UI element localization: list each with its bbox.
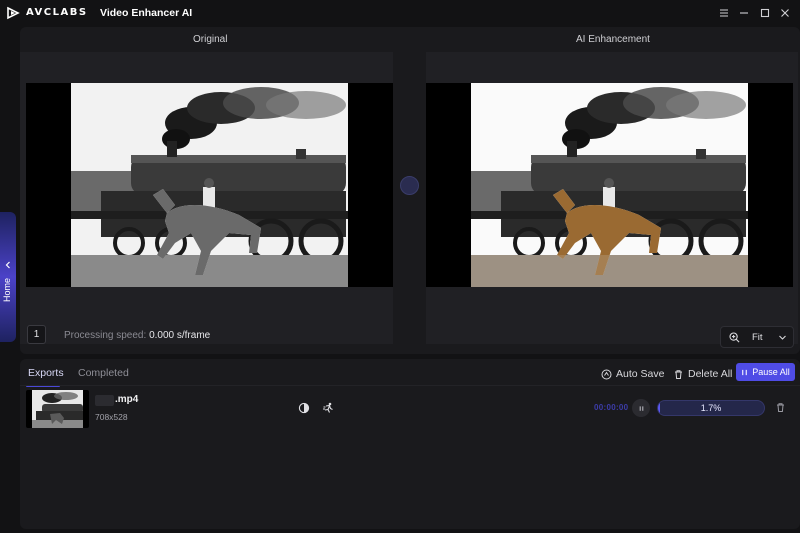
menu-button[interactable]: [715, 4, 733, 22]
progress-percent: 1.7%: [700, 403, 722, 413]
exports-panel: Exports Completed Auto Save Delete All P…: [20, 359, 800, 529]
minimize-button[interactable]: [735, 4, 753, 22]
file-name: .mp4: [115, 394, 139, 405]
menu-icon: [720, 9, 728, 17]
processing-speed: Processing speed: 0.000 s/frame: [64, 330, 210, 341]
file-resolution: 708x528: [95, 412, 128, 422]
auto-save-icon: [601, 369, 612, 379]
filename-redacted: [95, 395, 114, 406]
avclabs-logo-icon: [7, 6, 20, 20]
enhanced-image: [471, 83, 748, 287]
original-pane: [20, 52, 393, 344]
tab-completed[interactable]: Completed: [78, 367, 129, 379]
close-button[interactable]: [776, 4, 794, 22]
title-bar: AVCLABS Video Enhancer AI: [0, 0, 800, 26]
compare-divider-handle[interactable]: [400, 176, 419, 195]
trash-icon[interactable]: [775, 402, 786, 413]
contrast-icon[interactable]: [298, 402, 310, 414]
close-icon: [781, 9, 789, 17]
maximize-button[interactable]: [756, 4, 774, 22]
original-image: [71, 83, 348, 287]
pause-all-label: Pause All: [752, 367, 790, 377]
minimize-icon: [740, 12, 748, 14]
enhanced-pane: [426, 52, 798, 344]
zoom-select[interactable]: Fit: [720, 326, 794, 348]
enhanced-label: AI Enhancement: [576, 34, 650, 45]
original-frame: [26, 83, 393, 287]
export-progress-bar: 1.7%: [657, 400, 765, 416]
sidebar-home-label: Home: [2, 278, 12, 303]
pause-item-button[interactable]: [632, 399, 650, 417]
zoom-icon: [729, 332, 740, 343]
delete-all-button[interactable]: Delete All: [673, 366, 732, 382]
video-thumbnail: [26, 390, 89, 428]
pause-icon: [639, 405, 643, 411]
chevron-left-icon: [5, 261, 10, 269]
tab-exports[interactable]: Exports: [28, 367, 64, 379]
delete-all-label: Delete All: [688, 368, 733, 380]
pause-all-button[interactable]: Pause All: [736, 363, 795, 381]
enhanced-frame: [426, 83, 793, 287]
frame-number-field[interactable]: 1: [27, 325, 46, 344]
brand-name: AVCLABS: [26, 7, 88, 18]
pause-icon: [742, 369, 748, 375]
zoom-label: Fit: [752, 332, 763, 343]
export-row[interactable]: .mp4 708x528 00:00:00 1.7%: [20, 386, 800, 432]
app-title: Video Enhancer AI: [100, 7, 193, 19]
auto-save-label: Auto Save: [616, 368, 665, 380]
chevron-down-icon: [779, 335, 786, 340]
sidebar-home-tab[interactable]: Home: [0, 212, 16, 342]
trash-icon: [675, 369, 682, 379]
preview-panel: Original AI Enhancement 1 Processing spe…: [20, 27, 800, 354]
maximize-icon: [760, 8, 770, 18]
elapsed-time: 00:00:00: [594, 403, 629, 412]
original-label: Original: [193, 34, 228, 45]
speed-label: Processing speed:: [64, 330, 147, 341]
running-figure-icon[interactable]: [322, 402, 334, 414]
auto-save-button[interactable]: Auto Save: [601, 366, 664, 382]
speed-value: 0.000 s/frame: [149, 330, 211, 341]
